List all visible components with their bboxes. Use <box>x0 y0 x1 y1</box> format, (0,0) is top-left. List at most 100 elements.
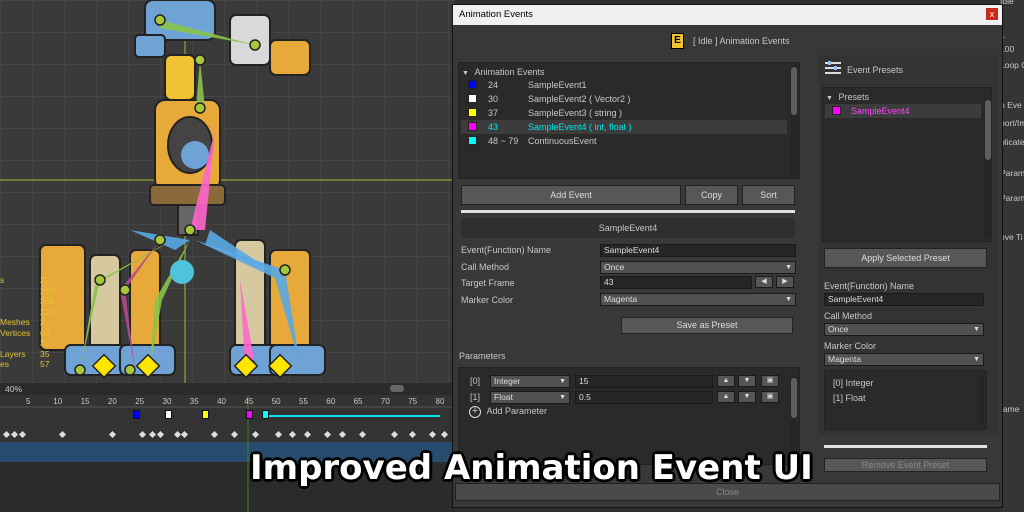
keyframe-diamond[interactable] <box>408 430 417 439</box>
event-row[interactable]: 24 SampleEvent1 <box>461 78 787 92</box>
selected-event-title: SampleEvent4 <box>461 218 795 238</box>
keyframe-diamond[interactable] <box>323 430 332 439</box>
stat-label: s <box>0 275 5 285</box>
event-marker[interactable] <box>262 410 269 419</box>
move-down-button[interactable]: ▼ <box>738 391 756 403</box>
sliders-icon <box>825 61 841 75</box>
event-row[interactable]: 37 SampleEvent3 ( string ) <box>461 106 787 120</box>
trash-icon[interactable]: ▣ <box>761 391 779 403</box>
scene-scroll-thumb[interactable] <box>390 385 404 392</box>
trash-icon[interactable]: ▣ <box>761 375 779 387</box>
keyframe-diamond[interactable] <box>230 430 239 439</box>
param-value-field[interactable]: 0.5 <box>575 391 713 404</box>
keyframe-diamond[interactable] <box>18 430 27 439</box>
event-row[interactable]: 30 SampleEvent2 ( Vector2 ) <box>461 92 787 106</box>
timeline-tick-label: 30 <box>162 397 172 406</box>
param-type-dropdown[interactable]: Integer ▼ <box>490 375 570 388</box>
preset-color-dropdown[interactable]: Magenta ▼ <box>824 353 984 366</box>
timeline-tick-label: 25 <box>135 397 145 406</box>
move-up-button[interactable]: ▲ <box>717 375 735 387</box>
preset-call-dropdown[interactable]: Once ▼ <box>824 323 984 336</box>
parameters-scroll-thumb[interactable] <box>791 378 797 418</box>
parameter-row: [0] Integer ▼ 15 ▲ ▼ ▣ <box>459 374 789 388</box>
target-frame-field[interactable]: 43 <box>600 276 752 289</box>
stat-value: 63 <box>40 327 50 338</box>
event-frame: 30 <box>488 94 499 104</box>
event-name-label: Event(Function) Name <box>461 245 552 255</box>
keyframe-diamond[interactable] <box>390 430 399 439</box>
keyframe-diamond[interactable] <box>288 430 297 439</box>
keyframe-diamond[interactable] <box>338 430 347 439</box>
promo-banner: Improved Animation Event UI <box>250 448 813 488</box>
marker-color-dropdown[interactable]: Magenta ▼ <box>600 293 796 306</box>
events-scrollbar[interactable] <box>790 65 798 177</box>
scene-viewport[interactable]: s 29 267 365 237 Meshes 2 Vertices 63 32 Layers 35 e… <box>0 0 455 395</box>
param-value-field[interactable]: 15 <box>575 375 713 388</box>
stat-value: 35 <box>40 348 50 359</box>
save-as-preset-button[interactable]: Save as Preset <box>621 317 793 334</box>
divider <box>461 210 795 213</box>
add-event-button[interactable]: Add Event <box>461 185 681 205</box>
preset-color-label: Marker Color <box>824 341 877 351</box>
keyframe-diamond[interactable] <box>274 430 283 439</box>
keyframe-diamond[interactable] <box>2 430 11 439</box>
stat-label: Vertices <box>0 327 31 338</box>
presets-list-panel: ▼ Presets SampleEvent4 <box>822 87 992 242</box>
preset-row[interactable]: SampleEvent4 <box>825 104 981 118</box>
event-row[interactable]: 43 SampleEvent4 ( int, float ) <box>461 120 787 134</box>
keyframe-diamond[interactable] <box>440 430 449 439</box>
window-close-button[interactable]: x <box>986 8 998 20</box>
character-rig-illustration <box>0 0 455 395</box>
preset-params-scrollbar[interactable] <box>977 375 985 425</box>
chevron-down-icon: ▼ <box>559 378 566 385</box>
remove-preset-button[interactable]: Remove Event Preset <box>824 458 987 472</box>
presets-scrollbar[interactable] <box>984 98 992 238</box>
timeline-tick-label: 50 <box>271 397 281 406</box>
move-up-button[interactable]: ▲ <box>717 391 735 403</box>
event-marker[interactable] <box>246 410 253 419</box>
presets-title: Event Presets <box>847 65 904 75</box>
frame-next-button[interactable]: ▶ <box>776 276 794 288</box>
apply-preset-button[interactable]: Apply Selected Preset <box>824 248 987 268</box>
keyframe-diamond[interactable] <box>156 430 165 439</box>
events-scroll-thumb[interactable] <box>791 67 797 115</box>
keyframe-diamond[interactable] <box>303 430 312 439</box>
keyframe-diamond[interactable] <box>138 430 147 439</box>
keyframe-diamond[interactable] <box>180 430 189 439</box>
preset-name-field[interactable]: SampleEvent4 <box>824 293 984 306</box>
event-marker[interactable] <box>133 410 140 419</box>
event-marker[interactable] <box>165 410 172 419</box>
keyframe-diamond[interactable] <box>148 430 157 439</box>
event-name-field[interactable]: SampleEvent4 <box>600 244 796 257</box>
add-parameter-row[interactable]: + Add Parameter <box>469 404 547 418</box>
move-down-button[interactable]: ▼ <box>738 375 756 387</box>
event-row[interactable]: 48 ~ 79 ContinuousEvent <box>461 134 787 148</box>
event-name: SampleEvent4 ( int, float ) <box>528 122 632 132</box>
keyframe-diamond[interactable] <box>251 430 260 439</box>
keyframe-diamond[interactable] <box>108 430 117 439</box>
event-color-swatch <box>468 122 477 131</box>
presets-header[interactable]: ▼ Presets <box>826 90 869 104</box>
keyframe-diamond[interactable] <box>210 430 219 439</box>
event-color-swatch <box>468 108 477 117</box>
keyframe-diamond[interactable] <box>428 430 437 439</box>
event-marker[interactable] <box>202 410 209 419</box>
events-list-header[interactable]: ▼ Animation Events <box>462 65 545 79</box>
preset-divider <box>824 445 987 448</box>
event-color-swatch <box>468 80 477 89</box>
copy-button[interactable]: Copy <box>685 185 738 205</box>
param-type-dropdown[interactable]: Float ▼ <box>490 391 570 404</box>
frame-prev-button[interactable]: ◀ <box>755 276 773 288</box>
keyframe-diamond[interactable] <box>10 430 19 439</box>
event-name: SampleEvent1 <box>528 80 587 90</box>
add-parameter-label: Add Parameter <box>486 406 548 416</box>
stat-value: 32 <box>40 338 50 348</box>
sort-button[interactable]: Sort <box>742 185 795 205</box>
keyframe-diamond[interactable] <box>358 430 367 439</box>
call-method-dropdown[interactable]: Once ▼ <box>600 261 796 274</box>
preset-param-item: [0] Integer <box>833 378 874 388</box>
presets-scroll-thumb[interactable] <box>985 100 991 160</box>
keyframe-diamond[interactable] <box>58 430 67 439</box>
window-titlebar[interactable]: Animation Events x <box>453 5 1002 25</box>
stat-label: Layers <box>0 348 26 359</box>
